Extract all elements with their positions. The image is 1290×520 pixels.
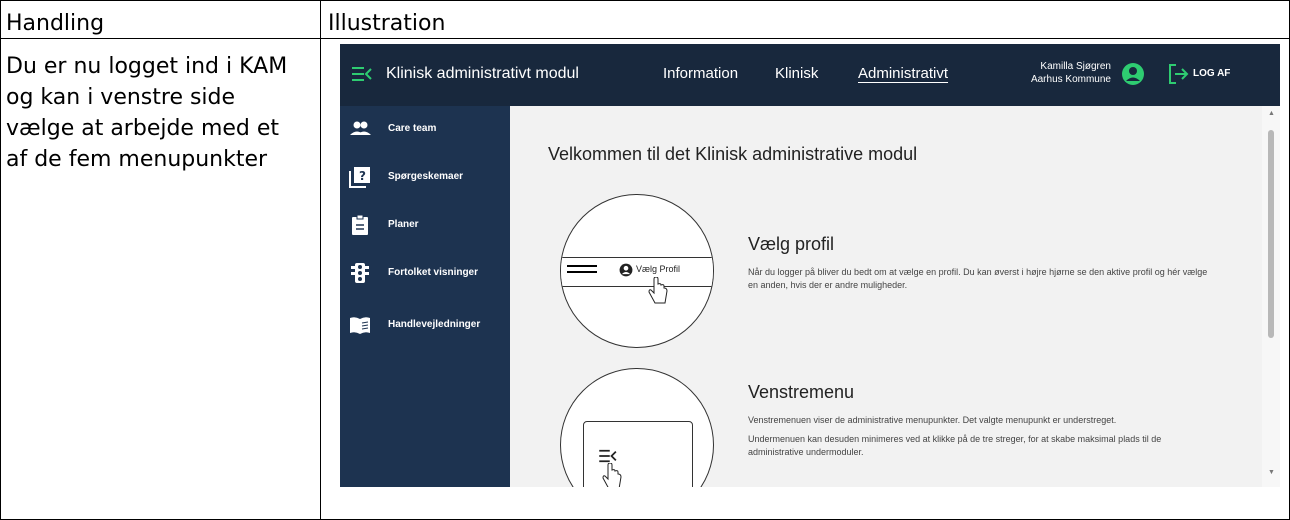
nav-klinisk[interactable]: Klinisk: [775, 65, 818, 82]
sidebar-item-label: Planer: [388, 219, 419, 230]
illustration-line: [567, 265, 597, 267]
welcome-heading: Velkommen til det Klinisk administrative…: [548, 144, 918, 164]
sidebar-item-interpreted-views[interactable]: Fortolket visninger: [340, 252, 510, 296]
user-info[interactable]: Kamilla Sjøgren Aarhus Kommune: [1023, 60, 1111, 86]
hand-pointer-icon: [648, 277, 668, 304]
illustration-line: [567, 271, 597, 273]
scroll-down-arrow-icon[interactable]: ▼: [1268, 469, 1275, 476]
nav-information[interactable]: Information: [663, 65, 738, 82]
people-icon: [350, 121, 371, 135]
app-topbar: Klinisk administrativt modul Information…: [340, 44, 1280, 106]
document-table: Handling Illustration Du er nu logget in…: [0, 0, 1290, 520]
table-column-divider: [320, 0, 321, 520]
svg-text:?: ?: [359, 169, 366, 183]
table-row-divider: [0, 38, 1290, 39]
main-content: Velkommen til det Klinisk administrative…: [510, 106, 1262, 487]
user-name: Kamilla Sjøgren: [1040, 61, 1111, 72]
table-border-left: [0, 0, 1, 520]
menu-illustration: [560, 368, 714, 487]
hand-pointer-icon: [602, 463, 622, 487]
traffic-light-icon: [351, 263, 369, 283]
app-title: Klinisk administrativt modul: [386, 65, 579, 82]
scrollbar[interactable]: ▲ ▼: [1262, 106, 1280, 487]
section-title-menu: Venstremenu: [748, 382, 855, 402]
scroll-up-arrow-icon[interactable]: ▲: [1268, 110, 1275, 117]
table-border-top: [0, 0, 1290, 1]
menu-collapse-icon: [599, 449, 617, 463]
section-text-menu-1: Venstremenuen viser de administrative me…: [748, 415, 1117, 425]
book-icon: [350, 317, 370, 334]
illustration-profile-label: Vælg Profil: [636, 264, 681, 274]
sidebar-item-guidelines[interactable]: Handlevejledninger: [340, 304, 510, 348]
clipboard-icon: [352, 214, 368, 235]
instruction-text: Du er nu logget ind i KAM og kan i venst…: [6, 54, 288, 172]
logout-icon[interactable]: [1167, 63, 1189, 85]
scroll-thumb[interactable]: [1268, 130, 1274, 338]
sidebar: Care team ? Spørgeskemaer Planer Fortolk…: [340, 106, 510, 487]
sidebar-item-label: Spørgeskemaer: [388, 171, 464, 182]
sidebar-item-label: Care team: [388, 123, 437, 134]
column-header-illustration: Illustration: [328, 11, 446, 36]
app-screenshot: Klinisk administrativt modul Information…: [340, 44, 1280, 487]
section-text-menu-2: Undermenuen kan desuden minimeres ved at…: [748, 434, 1162, 457]
account-icon: [619, 263, 633, 277]
section-text-profile: Når du logger på bliver du bedt om at væ…: [748, 267, 1208, 290]
user-org: Aarhus Kommune: [1030, 74, 1111, 85]
logout-button[interactable]: LOG AF: [1193, 68, 1230, 79]
sidebar-item-care-team[interactable]: Care team: [340, 108, 510, 152]
questionnaire-icon: ?: [349, 167, 370, 188]
section-title-profile: Vælg profil: [748, 234, 835, 254]
column-header-handling: Handling: [6, 11, 105, 36]
nav-administrativt[interactable]: Administrativt: [858, 65, 948, 82]
account-icon[interactable]: [1121, 62, 1145, 86]
menu-collapse-icon[interactable]: [352, 66, 372, 82]
sidebar-item-plans[interactable]: Planer: [340, 204, 510, 248]
sidebar-item-label: Fortolket visninger: [388, 267, 479, 278]
sidebar-item-questionnaires[interactable]: ? Spørgeskemaer: [340, 156, 510, 200]
sidebar-item-label: Handlevejledninger: [388, 319, 481, 330]
profile-illustration: Vælg Profil: [560, 194, 714, 348]
